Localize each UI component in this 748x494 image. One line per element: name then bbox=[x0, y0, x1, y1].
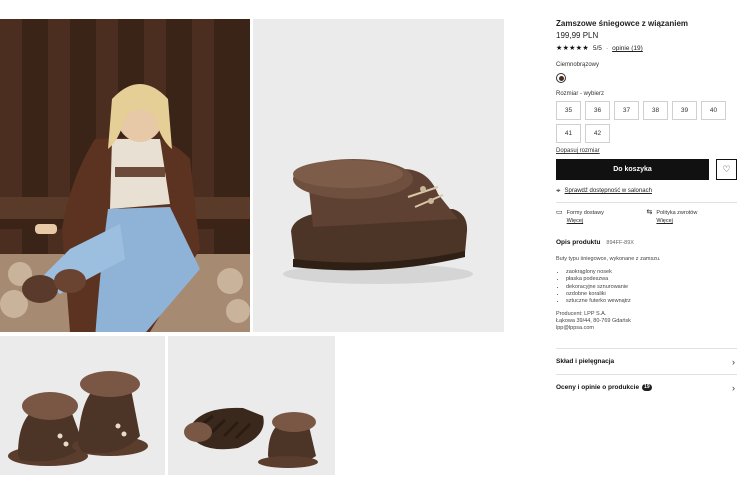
returns-title: Polityka zwrotów bbox=[656, 210, 698, 216]
size-selector: 35 36 37 38 39 40 41 42 bbox=[556, 101, 737, 147]
add-to-cart-button[interactable]: Do koszyka bbox=[556, 159, 709, 180]
accordion: Skład i pielęgnacja › Oceny i opinie o p… bbox=[556, 348, 737, 400]
producer-name: Producent: LPP S.A. bbox=[556, 311, 607, 318]
size-option[interactable]: 38 bbox=[643, 101, 668, 120]
rating-score: 5/5 bbox=[592, 45, 602, 52]
pin-icon: ⌖ bbox=[556, 186, 561, 195]
size-option[interactable]: 42 bbox=[585, 124, 610, 143]
chevron-right-icon: › bbox=[732, 382, 735, 393]
product-title: Zamszowe śniegowce z wiązaniem bbox=[556, 19, 689, 28]
accordion-composition[interactable]: Skład i pielęgnacja › bbox=[556, 348, 737, 374]
returns-info: ⇆ Polityka zwrotów Więcej bbox=[647, 209, 738, 225]
product-code: 894FF-89X bbox=[606, 240, 634, 246]
producer-info: Producent: LPP S.A. Łąkowa 39/44, 80-769… bbox=[556, 311, 737, 332]
accordion-composition-label: Skład i pielęgnacja bbox=[556, 358, 615, 366]
rating-separator: · bbox=[605, 45, 609, 52]
size-option[interactable]: 40 bbox=[701, 101, 726, 120]
description-text: Buty typu śniegowce, wykonane z zamszu. bbox=[556, 256, 661, 262]
divider bbox=[556, 202, 737, 203]
reviews-link[interactable]: opinie (19) bbox=[612, 45, 643, 52]
feature-item: dekoracyjne sznurowanie bbox=[566, 284, 737, 291]
delivery-more-link[interactable]: Więcej bbox=[567, 217, 604, 225]
product-photo-side[interactable] bbox=[253, 19, 504, 332]
store-availability: ⌖ Sprawdź dostępność w salonach bbox=[556, 187, 737, 195]
size-option[interactable]: 41 bbox=[556, 124, 581, 143]
color-name: Ciemnobrązowy bbox=[556, 62, 600, 68]
return-icon: ⇆ bbox=[646, 209, 653, 216]
description-heading: Opis produktu bbox=[556, 239, 601, 246]
feature-item: ozdobne koraliki bbox=[566, 291, 737, 298]
store-availability-link[interactable]: Sprawdź dostępność w salonach bbox=[565, 187, 652, 195]
feature-item: płaska podeszwa bbox=[566, 276, 737, 283]
returns-more-link[interactable]: Więcej bbox=[656, 217, 697, 225]
rating-stars: ★ ★ ★ ★ ★ bbox=[556, 45, 589, 52]
feature-item: zaokrąglony nosek bbox=[566, 269, 737, 276]
feature-item: sztuczne futerko wewnątrz bbox=[566, 298, 737, 305]
accordion-reviews-label: Oceny i opinie o produkcie 19 bbox=[556, 384, 652, 392]
heart-icon: ♡ bbox=[722, 164, 731, 174]
description-header: Opis produktu 894FF-89X bbox=[556, 239, 737, 246]
product-photo-model[interactable] bbox=[0, 19, 250, 332]
producer-address: Łąkowa 39/44, 80-769 Gdańsk bbox=[556, 318, 631, 325]
cart-actions: Do koszyka ♡ bbox=[556, 159, 737, 180]
accordion-reviews-text: Oceny i opinie o produkcie bbox=[556, 384, 640, 392]
truck-icon: ▭ bbox=[556, 209, 563, 216]
color-swatch[interactable] bbox=[556, 73, 566, 83]
product-photo-pair[interactable] bbox=[0, 336, 165, 475]
producer-email: lpp@lppsa.com bbox=[556, 325, 594, 332]
size-option[interactable]: 39 bbox=[672, 101, 697, 120]
star-icon: ★ bbox=[562, 45, 569, 52]
delivery-info: ▭ Formy dostawy Więcej bbox=[556, 209, 647, 225]
size-option[interactable]: 35 bbox=[556, 101, 581, 120]
product-price: 199,99 PLN bbox=[556, 31, 599, 40]
reviews-count-badge: 19 bbox=[642, 384, 652, 392]
wishlist-button[interactable]: ♡ bbox=[716, 159, 737, 180]
product-info-panel: Zamszowe śniegowce z wiązaniem 199,99 PL… bbox=[556, 19, 737, 400]
product-gallery bbox=[0, 0, 505, 494]
star-icon: ★ bbox=[582, 45, 589, 52]
delivery-returns: ▭ Formy dostawy Więcej ⇆ Polityka zwrotó… bbox=[556, 209, 737, 225]
fit-size-link[interactable]: Dopasuj rozmiar bbox=[556, 147, 737, 155]
star-icon: ★ bbox=[569, 45, 576, 52]
accordion-reviews[interactable]: Oceny i opinie o produkcie 19 › bbox=[556, 374, 737, 400]
size-option[interactable]: 36 bbox=[585, 101, 610, 120]
delivery-title: Formy dostawy bbox=[566, 210, 604, 216]
star-icon: ★ bbox=[556, 45, 563, 52]
chevron-right-icon: › bbox=[732, 356, 735, 367]
size-option[interactable]: 37 bbox=[614, 101, 639, 120]
size-label: Rozmiar - wybierz bbox=[556, 91, 605, 97]
product-rating: ★ ★ ★ ★ ★ 5/5 · opinie (19) bbox=[556, 44, 737, 53]
star-icon: ★ bbox=[575, 45, 583, 52]
feature-list: zaokrąglony nosek płaska podeszwa dekora… bbox=[556, 269, 737, 305]
product-photo-sole[interactable] bbox=[168, 336, 335, 475]
